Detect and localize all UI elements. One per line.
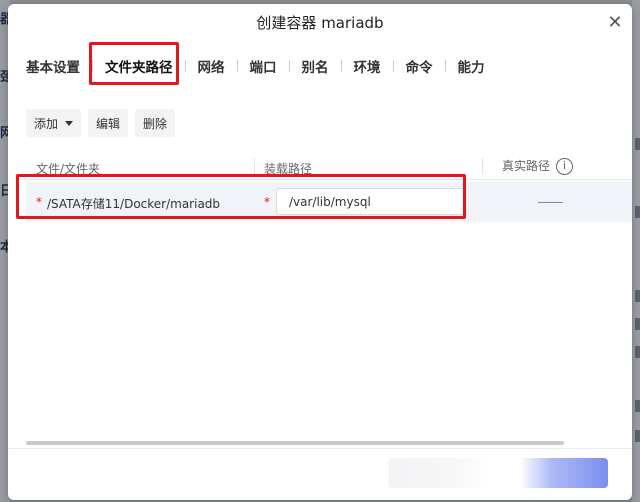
file-folder-cell: /SATA存储11/Docker/mariadb <box>47 197 221 211</box>
tab-capabilities[interactable]: 能力 <box>452 56 491 76</box>
add-button-label: 添加 <box>34 116 59 131</box>
tab-divider <box>92 60 93 72</box>
column-header-real-path-wrap: 真实路径 i <box>502 157 574 175</box>
background-page-right <box>632 0 640 502</box>
column-divider[interactable] <box>482 158 483 174</box>
table-row[interactable]: * /SATA存储11/Docker/mariadb * <box>26 182 632 222</box>
tab-environment[interactable]: 环境 <box>348 56 387 76</box>
tab-folder-path[interactable]: 文件夹路径 <box>99 56 179 76</box>
column-header-mount-path: 装载路径 <box>264 162 313 176</box>
table-header: 文件/文件夹 装载路径 真实路径 i <box>26 152 632 180</box>
column-header-file-folder: 文件/文件夹 <box>36 162 101 176</box>
cancel-button[interactable] <box>388 458 492 488</box>
background-marker <box>635 290 640 302</box>
footer-divider <box>8 448 632 449</box>
tab-alias[interactable]: 别名 <box>296 56 335 76</box>
tab-basic-settings[interactable]: 基本设置 <box>20 56 86 76</box>
horizontal-scrollbar[interactable] <box>26 441 564 445</box>
close-icon[interactable]: ✕ <box>606 14 624 32</box>
delete-button[interactable]: 删除 <box>135 109 176 137</box>
background-marker <box>635 400 640 412</box>
tab-divider <box>392 60 394 72</box>
tab-port[interactable]: 端口 <box>244 56 283 76</box>
tab-divider <box>444 60 446 72</box>
tab-network[interactable]: 网络 <box>192 56 231 76</box>
mount-path-input[interactable] <box>276 188 465 215</box>
background-marker <box>635 138 640 150</box>
edit-button[interactable]: 编辑 <box>88 109 129 137</box>
real-path-empty-dash <box>538 202 563 203</box>
background-marker <box>635 318 640 330</box>
background-marker <box>635 206 640 218</box>
caret-down-icon <box>65 120 74 126</box>
add-button[interactable]: 添加 <box>26 109 82 137</box>
tab-divider <box>184 60 186 72</box>
create-container-dialog: 创建容器 mariadb ✕ 基本设置 文件夹路径 网络 端口 别名 环境 命令… <box>8 4 632 500</box>
dialog-title: 创建容器 mariadb <box>256 14 384 32</box>
background-marker <box>635 430 640 442</box>
background-marker <box>635 346 640 358</box>
folder-path-table: 文件/文件夹 装载路径 真实路径 i * /SATA存储11/Docker/mar… <box>26 152 632 222</box>
tab-command[interactable]: 命令 <box>400 56 439 76</box>
toolbar: 添加 编辑 删除 <box>26 109 176 137</box>
required-mark: * <box>264 195 270 209</box>
required-mark: * <box>36 195 42 209</box>
column-header-real-path: 真实路径 <box>502 159 551 173</box>
column-divider[interactable] <box>254 158 255 174</box>
tab-divider <box>288 60 290 72</box>
info-icon[interactable]: i <box>556 158 574 175</box>
confirm-button[interactable] <box>520 458 608 488</box>
tab-divider <box>340 60 342 72</box>
tab-bar: 基本设置 文件夹路径 网络 端口 别名 环境 命令 能力 <box>20 54 491 78</box>
tab-divider <box>236 60 238 72</box>
